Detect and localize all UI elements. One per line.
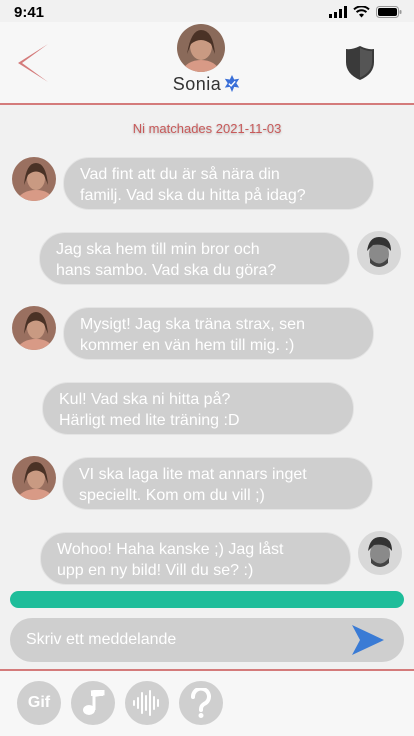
- status-time: 9:41: [14, 4, 45, 21]
- media-toolbar: Gif: [0, 671, 414, 736]
- message-bubble: Mysigt! Jag ska träna strax, sen kommer …: [63, 307, 374, 360]
- battery-icon: [376, 6, 402, 18]
- help-icon: [191, 688, 211, 718]
- unlock-progress-bar: [10, 591, 404, 608]
- help-button[interactable]: [179, 681, 223, 725]
- contact-avatar[interactable]: [177, 24, 225, 72]
- contact-message-avatar: [12, 306, 56, 350]
- signal-icon: [329, 6, 347, 18]
- music-note-icon: [83, 690, 105, 715]
- verified-badge-icon: [225, 75, 240, 93]
- user-message-avatar: [358, 531, 402, 575]
- match-date-text: Ni matchades 2021-11-03: [132, 121, 282, 136]
- contact-message-avatar: [12, 456, 56, 500]
- message-input[interactable]: [26, 618, 346, 662]
- contact-message-avatar: [12, 157, 56, 201]
- wifi-icon: [353, 6, 370, 18]
- message-composer: [10, 618, 404, 662]
- header-divider: [0, 103, 414, 105]
- message-bubble: Wohoo! Haha kanske ;) Jag låst upp en ny…: [40, 532, 351, 585]
- shield-icon[interactable]: [344, 44, 376, 82]
- chat-header: Sonia: [0, 22, 414, 104]
- gif-button[interactable]: Gif: [17, 681, 61, 725]
- contact-name: Sonia: [172, 74, 222, 94]
- message-bubble: Vad fint att du är så nära din familj. V…: [63, 157, 374, 210]
- user-message-avatar: [357, 231, 401, 275]
- message-bubble: Jag ska hem till min bror och hans sambo…: [39, 232, 350, 285]
- music-button[interactable]: [71, 681, 115, 725]
- gif-label: Gif: [27, 694, 51, 711]
- message-bubble: VI ska laga lite mat annars inget specie…: [62, 457, 373, 510]
- message-bubble: Kul! Vad ska ni hitta på? Härligt med li…: [42, 382, 354, 435]
- status-icons: [329, 6, 402, 18]
- audio-wave-icon: [133, 690, 159, 716]
- send-icon[interactable]: [350, 623, 386, 657]
- voice-message-button[interactable]: [125, 681, 169, 725]
